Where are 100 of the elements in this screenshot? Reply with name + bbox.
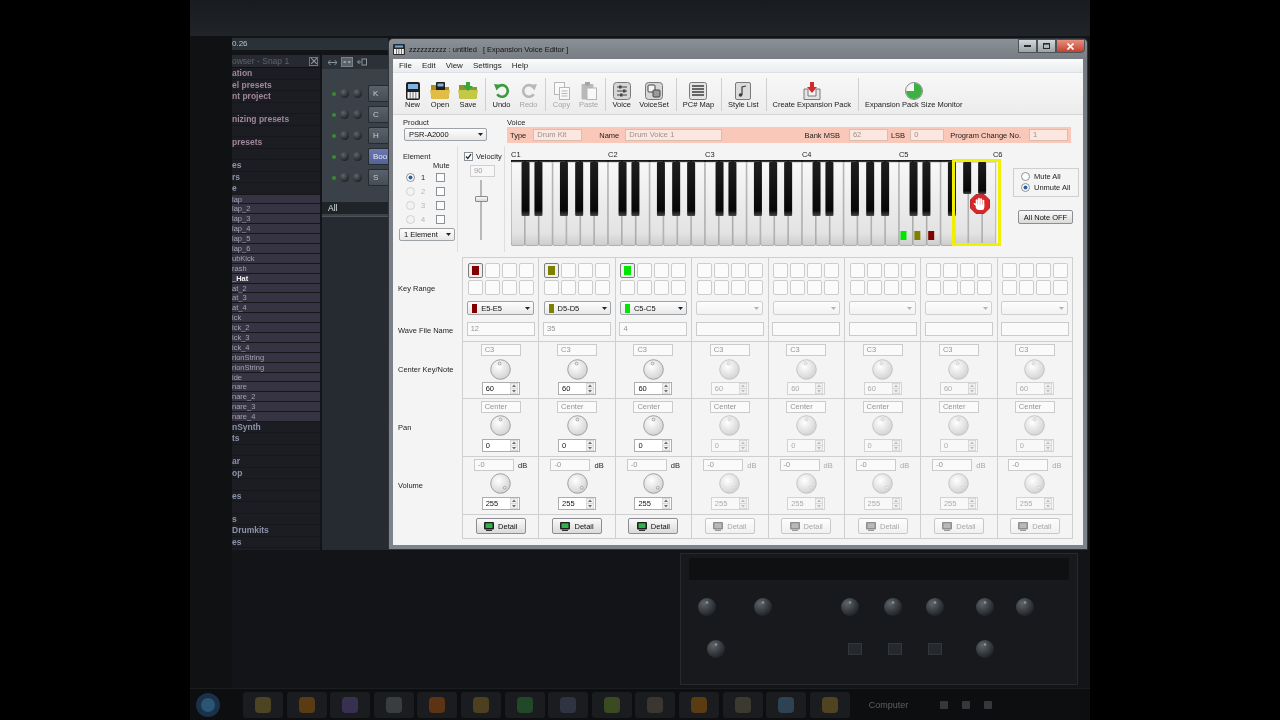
filter-dropdown[interactable]: All xyxy=(322,202,388,214)
piano-key[interactable] xyxy=(866,162,875,216)
slider-thumb[interactable] xyxy=(475,195,488,202)
taskbar-app-icon[interactable] xyxy=(243,691,283,718)
tray-icon[interactable] xyxy=(962,700,971,709)
led-icon[interactable] xyxy=(332,112,336,117)
wave-file-field[interactable] xyxy=(695,322,764,336)
piano-key[interactable] xyxy=(687,162,696,216)
knob[interactable] xyxy=(566,415,588,436)
maximize-button[interactable] xyxy=(1037,39,1056,53)
browser-item[interactable]: s xyxy=(232,514,320,526)
double-arrow-icon[interactable] xyxy=(328,59,337,65)
spin-arrows-icon[interactable] xyxy=(509,440,518,451)
browser-item[interactable]: op xyxy=(232,468,320,480)
channel-button[interactable]: H xyxy=(368,127,388,144)
piano-key[interactable] xyxy=(559,162,568,216)
close-button[interactable] xyxy=(309,56,318,66)
piano-key[interactable] xyxy=(812,162,821,216)
piano-key[interactable] xyxy=(802,161,816,246)
browser-item[interactable]: es xyxy=(232,537,320,549)
piano-key[interactable] xyxy=(753,162,762,216)
browser-item[interactable]: rs xyxy=(232,171,320,183)
led-icon[interactable] xyxy=(332,91,336,96)
piano-key[interactable] xyxy=(618,162,627,216)
taskbar-app-icon[interactable] xyxy=(460,691,501,718)
piano-key[interactable] xyxy=(947,162,956,216)
close-button[interactable] xyxy=(1056,39,1085,53)
minimize-button[interactable] xyxy=(1018,39,1037,53)
knob[interactable] xyxy=(642,415,664,436)
key-range-slot[interactable] xyxy=(467,263,483,278)
led-icon[interactable] xyxy=(332,175,336,180)
menu-item[interactable]: Settings xyxy=(467,59,507,72)
browser-item[interactable]: Drumkits xyxy=(232,525,320,537)
spin-arrows-icon[interactable] xyxy=(586,383,595,394)
piano-key[interactable] xyxy=(784,162,793,216)
menu-item[interactable]: Help xyxy=(506,59,534,72)
small-button[interactable] xyxy=(928,643,942,655)
menu-item[interactable]: Edit xyxy=(416,59,441,72)
piano-key[interactable] xyxy=(575,162,584,216)
browser-item[interactable]: ation xyxy=(232,68,320,80)
piano-key[interactable] xyxy=(963,162,972,194)
piano-key[interactable] xyxy=(672,162,681,216)
taskbar-app-icon[interactable] xyxy=(548,691,589,718)
small-button[interactable] xyxy=(888,643,902,655)
browser-item[interactable]: el presets xyxy=(232,79,320,91)
piano-key[interactable] xyxy=(521,162,530,216)
piano-key[interactable] xyxy=(656,162,665,216)
spin-arrows-icon[interactable] xyxy=(662,383,671,394)
arrow-box-icon[interactable] xyxy=(357,58,367,66)
small-button[interactable] xyxy=(848,643,862,655)
radio-button[interactable] xyxy=(406,172,415,182)
radio-button[interactable] xyxy=(1021,172,1030,181)
knob-icon[interactable] xyxy=(698,598,716,616)
taskbar-app-icon[interactable] xyxy=(678,691,719,718)
piano-key[interactable] xyxy=(769,162,778,216)
spin-arrows-icon[interactable] xyxy=(662,440,671,451)
piano-key[interactable] xyxy=(590,162,599,216)
taskbar-app-icon[interactable] xyxy=(722,691,763,718)
taskbar-app-icon[interactable] xyxy=(504,691,545,718)
led-icon[interactable] xyxy=(332,154,336,159)
start-orb-icon[interactable] xyxy=(196,692,220,717)
piano-key[interactable] xyxy=(631,162,640,216)
browser-item[interactable]: presets xyxy=(232,137,320,149)
piano-key[interactable] xyxy=(881,162,890,216)
browser-item[interactable]: es xyxy=(232,160,320,172)
radio-button[interactable] xyxy=(1021,183,1030,192)
taskbar-app-icon[interactable] xyxy=(766,691,807,718)
channel-button[interactable]: S xyxy=(368,169,388,186)
knob-icon[interactable] xyxy=(926,598,944,616)
browser-item[interactable]: nizing presets xyxy=(232,114,320,126)
taskbar-app-icon[interactable] xyxy=(373,691,414,718)
piano-key[interactable] xyxy=(728,162,737,216)
piano-key[interactable] xyxy=(850,162,859,216)
dashes-icon[interactable] xyxy=(341,57,353,67)
browser-item[interactable]: e xyxy=(232,183,320,195)
channel-button[interactable]: C xyxy=(368,106,388,123)
knob-icon[interactable] xyxy=(841,598,859,616)
wave-file-field[interactable] xyxy=(1000,322,1069,336)
taskbar-app-icon[interactable] xyxy=(635,691,676,718)
spin-arrows-icon[interactable] xyxy=(586,440,595,451)
knob-icon[interactable] xyxy=(1016,598,1034,616)
checkbox[interactable] xyxy=(464,152,473,161)
spin-arrows-icon[interactable] xyxy=(586,498,595,509)
menu-item[interactable]: File xyxy=(394,59,417,72)
tray-icon[interactable] xyxy=(940,700,949,709)
taskbar-app-icon[interactable] xyxy=(330,691,371,718)
wave-file-field[interactable] xyxy=(848,322,917,336)
piano-key[interactable] xyxy=(608,161,622,246)
spin-arrows-icon[interactable] xyxy=(662,498,671,509)
browser-item[interactable]: es xyxy=(232,491,320,503)
browser-item[interactable]: nt project xyxy=(232,91,320,103)
wave-file-field[interactable] xyxy=(924,322,993,336)
piano-key[interactable] xyxy=(909,162,918,216)
wave-file-field[interactable] xyxy=(772,322,841,336)
browser-item[interactable]: ts xyxy=(232,433,320,445)
knob-icon[interactable] xyxy=(976,640,994,658)
knob-icon[interactable] xyxy=(884,598,902,616)
taskbar-app-icon[interactable] xyxy=(286,691,327,718)
spin-arrows-icon[interactable] xyxy=(509,498,518,509)
led-icon[interactable] xyxy=(332,133,336,138)
